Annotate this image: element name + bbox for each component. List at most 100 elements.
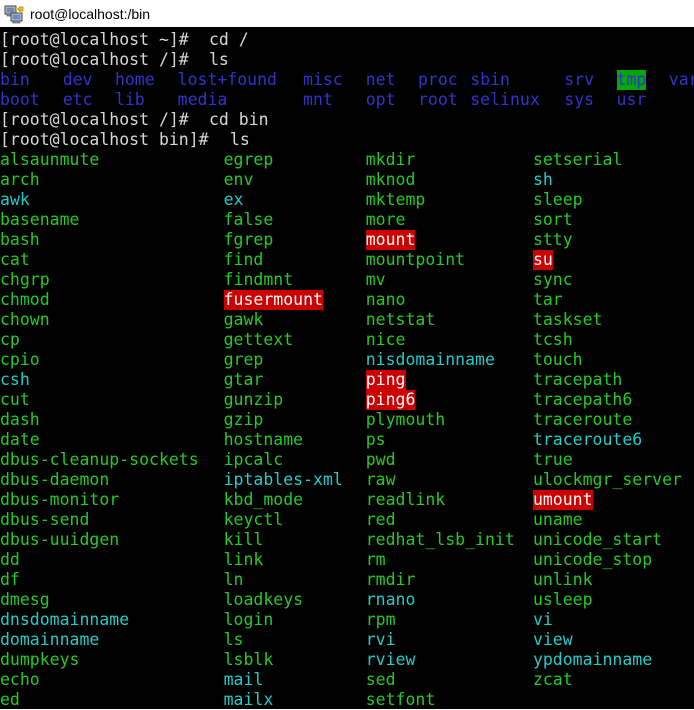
bin-listing-entry[interactable]: tracepath <box>533 370 622 390</box>
bin-listing-entry[interactable]: sh <box>533 170 553 190</box>
root-listing-entry[interactable]: home <box>115 70 155 90</box>
root-listing-entry[interactable]: boot <box>0 90 40 110</box>
root-listing-entry[interactable]: net <box>366 70 396 90</box>
bin-listing-entry[interactable]: chgrp <box>0 270 50 290</box>
bin-listing-entry[interactable]: mount <box>365 230 416 250</box>
bin-listing-entry[interactable]: gtar <box>224 370 264 390</box>
root-listing-entry[interactable]: misc <box>303 70 343 90</box>
bin-listing-entry[interactable]: cat <box>0 250 30 270</box>
bin-listing-entry[interactable]: fgrep <box>224 230 274 250</box>
root-listing-entry[interactable]: bin <box>0 70 30 90</box>
bin-listing-entry[interactable]: red <box>366 510 396 530</box>
bin-listing-entry[interactable]: sleep <box>533 190 583 210</box>
root-listing-entry[interactable]: lost+found <box>178 70 277 90</box>
bin-listing-entry[interactable]: bash <box>0 230 40 250</box>
root-listing-entry[interactable]: tmp <box>616 70 647 90</box>
bin-listing-entry[interactable]: rpm <box>366 610 396 630</box>
bin-listing-entry[interactable]: usleep <box>533 590 593 610</box>
bin-listing-entry[interactable]: umount <box>532 490 593 510</box>
bin-listing-entry[interactable]: unicode_stop <box>533 550 652 570</box>
bin-listing-entry[interactable]: netstat <box>366 310 436 330</box>
bin-listing-entry[interactable]: dash <box>0 410 40 430</box>
bin-listing-entry[interactable]: ps <box>366 430 386 450</box>
bin-listing-entry[interactable]: unlink <box>533 570 593 590</box>
bin-listing-entry[interactable]: su <box>532 250 553 270</box>
bin-listing-entry[interactable]: traceroute6 <box>533 430 642 450</box>
bin-listing-entry[interactable]: ping6 <box>365 390 416 410</box>
root-listing-entry[interactable]: proc <box>418 70 458 90</box>
bin-listing-entry[interactable]: nano <box>366 290 406 310</box>
root-listing-entry[interactable]: srv <box>564 70 594 90</box>
bin-listing-entry[interactable]: gettext <box>224 330 294 350</box>
bin-listing-entry[interactable]: unicode_start <box>533 530 662 550</box>
root-listing-entry[interactable]: mnt <box>303 90 333 110</box>
bin-listing-entry[interactable]: dbus-uuidgen <box>0 530 119 550</box>
bin-listing-entry[interactable]: mailx <box>224 690 274 709</box>
bin-listing-entry[interactable]: rvi <box>366 630 396 650</box>
bin-listing-entry[interactable]: readlink <box>366 490 445 510</box>
bin-listing-entry[interactable]: ping <box>365 370 406 390</box>
root-listing-entry[interactable]: sbin <box>470 70 510 90</box>
bin-listing-entry[interactable]: sort <box>533 210 573 230</box>
shell-command[interactable]: cd bin <box>209 110 269 130</box>
bin-listing-entry[interactable]: sync <box>533 270 573 290</box>
bin-listing-entry[interactable]: tracepath6 <box>533 390 632 410</box>
root-listing-entry[interactable]: dev <box>63 70 93 90</box>
bin-listing-entry[interactable]: hostname <box>224 430 303 450</box>
shell-command[interactable]: ls <box>209 50 229 70</box>
bin-listing-entry[interactable]: keyctl <box>224 510 284 530</box>
bin-listing-entry[interactable]: gunzip <box>224 390 284 410</box>
bin-listing-entry[interactable]: find <box>224 250 264 270</box>
bin-listing-entry[interactable]: uname <box>533 510 583 530</box>
bin-listing-entry[interactable]: echo <box>0 670 40 690</box>
bin-listing-entry[interactable]: ulockmgr_server <box>533 470 682 490</box>
root-listing-entry[interactable]: media <box>178 90 228 110</box>
bin-listing-entry[interactable]: traceroute <box>533 410 632 430</box>
bin-listing-entry[interactable]: login <box>224 610 274 630</box>
bin-listing-entry[interactable]: zcat <box>533 670 573 690</box>
bin-listing-entry[interactable]: lsblk <box>224 650 274 670</box>
bin-listing-entry[interactable]: arch <box>0 170 40 190</box>
bin-listing-entry[interactable]: findmnt <box>224 270 294 290</box>
bin-listing-entry[interactable]: vi <box>533 610 553 630</box>
bin-listing-entry[interactable]: egrep <box>224 150 274 170</box>
bin-listing-entry[interactable]: true <box>533 450 573 470</box>
bin-listing-entry[interactable]: redhat_lsb_init <box>366 530 515 550</box>
bin-listing-entry[interactable]: mkdir <box>366 150 416 170</box>
bin-listing-entry[interactable]: alsaunmute <box>0 150 99 170</box>
bin-listing-entry[interactable]: basename <box>0 210 79 230</box>
root-listing-entry[interactable]: etc <box>63 90 93 110</box>
bin-listing-entry[interactable]: chmod <box>0 290 50 310</box>
bin-listing-entry[interactable]: dbus-monitor <box>0 490 119 510</box>
bin-listing-entry[interactable]: mktemp <box>366 190 426 210</box>
bin-listing-entry[interactable]: gzip <box>224 410 264 430</box>
bin-listing-entry[interactable]: kill <box>224 530 264 550</box>
bin-listing-entry[interactable]: mail <box>224 670 264 690</box>
bin-listing-entry[interactable]: tcsh <box>533 330 573 350</box>
bin-listing-entry[interactable]: kbd_mode <box>224 490 303 510</box>
bin-listing-entry[interactable]: dbus-daemon <box>0 470 109 490</box>
root-listing-entry[interactable]: var <box>669 70 694 90</box>
bin-listing-entry[interactable]: loadkeys <box>224 590 303 610</box>
bin-listing-entry[interactable]: mknod <box>366 170 416 190</box>
bin-listing-entry[interactable]: ypdomainname <box>533 650 652 670</box>
bin-listing-entry[interactable]: raw <box>366 470 396 490</box>
bin-listing-entry[interactable]: plymouth <box>366 410 445 430</box>
bin-listing-entry[interactable]: iptables-xml <box>224 470 343 490</box>
bin-listing-entry[interactable]: taskset <box>533 310 603 330</box>
shell-command[interactable]: cd / <box>209 30 249 50</box>
root-listing-entry[interactable]: usr <box>617 90 647 110</box>
bin-listing-entry[interactable]: fusermount <box>223 290 323 310</box>
bin-listing-entry[interactable]: ex <box>224 190 244 210</box>
bin-listing-entry[interactable]: rmdir <box>366 570 416 590</box>
bin-listing-entry[interactable]: ed <box>0 690 20 709</box>
bin-listing-entry[interactable]: stty <box>533 230 573 250</box>
root-listing-entry[interactable]: opt <box>366 90 396 110</box>
bin-listing-entry[interactable]: cp <box>0 330 20 350</box>
bin-listing-entry[interactable]: false <box>224 210 274 230</box>
bin-listing-entry[interactable]: setfont <box>366 690 436 709</box>
bin-listing-entry[interactable]: setserial <box>533 150 622 170</box>
bin-listing-entry[interactable]: cpio <box>0 350 40 370</box>
terminal-screen[interactable]: [root@localhost ~]# cd / [root@localhost … <box>0 28 694 709</box>
bin-listing-entry[interactable]: more <box>366 210 406 230</box>
